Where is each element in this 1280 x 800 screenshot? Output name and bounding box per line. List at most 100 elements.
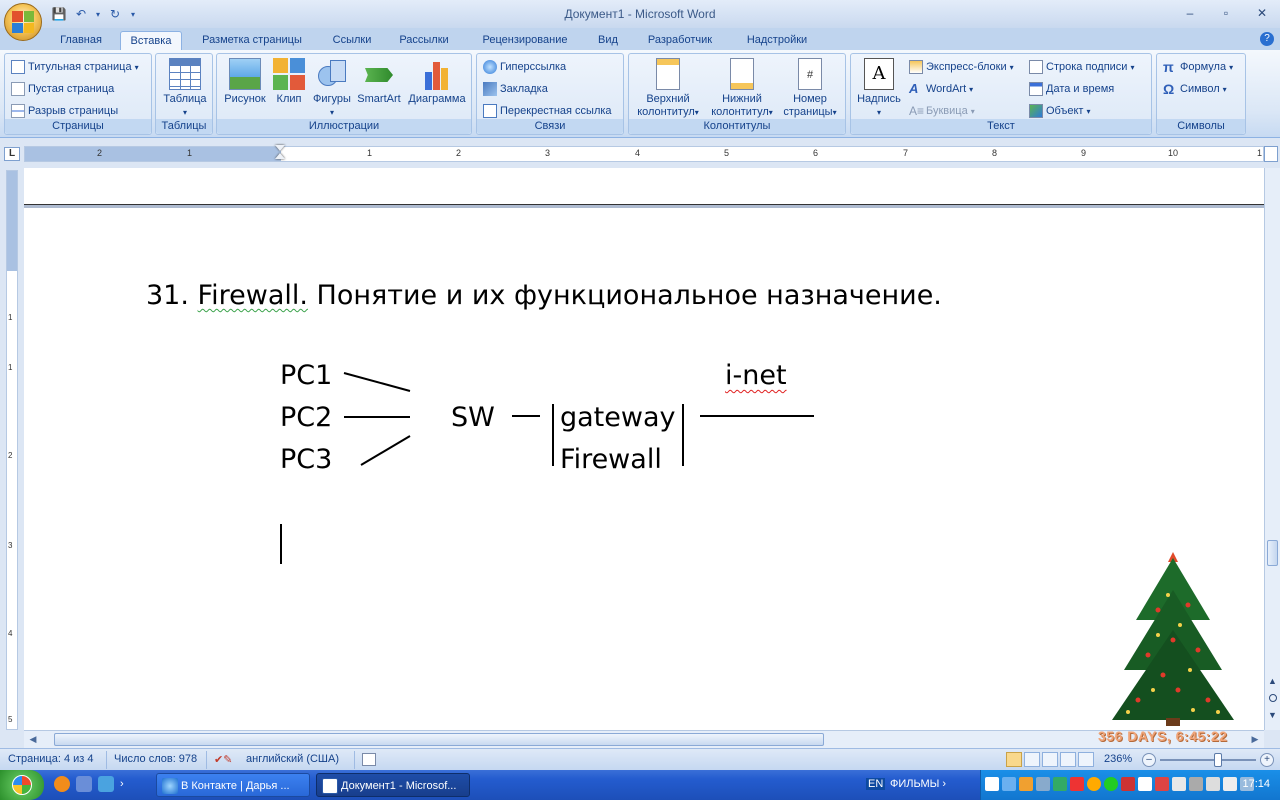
outline-view-icon[interactable] (1060, 752, 1076, 767)
drop-cap-button[interactable]: A≡ Буквица ▾ (909, 102, 975, 120)
tray-icon-2[interactable] (1002, 777, 1016, 791)
smartart-button[interactable]: SmartArt (355, 58, 403, 106)
tray-icon-1[interactable] (985, 777, 999, 791)
word-count[interactable]: Число слов: 978 (114, 753, 197, 765)
draft-view-icon[interactable] (1078, 752, 1094, 767)
tray-icon-10[interactable] (1138, 777, 1152, 791)
indent-marker[interactable] (275, 145, 285, 163)
films-toolbar[interactable]: ФИЛЬМЫ › (890, 778, 946, 790)
tray-icon-3[interactable] (1019, 777, 1033, 791)
ruler-number: 10 (1168, 148, 1179, 158)
language-indicator[interactable]: английский (США) (246, 753, 339, 765)
text-box-button[interactable]: A Надпись ▾ (855, 58, 903, 119)
tray-icon-5[interactable] (1053, 777, 1067, 791)
page-break-button[interactable]: Разрыв страницы (11, 102, 118, 120)
tray-icon-6[interactable] (1070, 777, 1084, 791)
ruler-number: 8 (992, 148, 998, 158)
previous-page-icon[interactable]: ▲ (1268, 676, 1277, 686)
table-icon (169, 58, 201, 90)
vertical-ruler[interactable]: 1 1 2 3 4 5 (6, 170, 18, 730)
tray-icon-11[interactable] (1155, 777, 1169, 791)
clock[interactable]: 17:14 (1242, 778, 1270, 790)
more-icon[interactable]: › (120, 776, 136, 792)
tray-icon-13[interactable] (1189, 777, 1203, 791)
minimize-button[interactable]: – (1178, 4, 1202, 22)
date-time-button[interactable]: Дата и время (1029, 80, 1114, 98)
tab-addins[interactable]: Надстройки (736, 31, 818, 50)
zoom-out-icon[interactable]: – (1142, 753, 1156, 767)
select-browse-object-icon[interactable] (1269, 694, 1277, 702)
next-page-icon[interactable]: ▼ (1268, 710, 1277, 720)
task-word-document[interactable]: Документ1 - Microsof... (316, 773, 470, 797)
tray-icon-12[interactable] (1172, 777, 1186, 791)
hyperlink-button[interactable]: Гиперссылка (483, 58, 566, 76)
full-screen-reading-icon[interactable] (1024, 752, 1040, 767)
picture-button[interactable]: Рисунок (221, 58, 269, 106)
close-button[interactable]: ✕ (1250, 4, 1274, 22)
footer-button[interactable]: Нижний колонтитул▾ (705, 58, 779, 119)
tab-home[interactable]: Главная (50, 31, 112, 50)
text-box-icon: A (864, 58, 894, 90)
tab-selector[interactable]: L (4, 147, 20, 161)
view-ruler-icon[interactable] (1264, 146, 1278, 162)
vertical-scrollbar[interactable]: ▲ ▼ (1264, 168, 1280, 730)
vertical-scroll-thumb[interactable] (1267, 540, 1278, 566)
scroll-right-icon[interactable]: ▶ (1248, 733, 1262, 746)
tab-view[interactable]: Вид (590, 31, 626, 50)
macro-record-icon[interactable] (362, 753, 376, 766)
quick-parts-button[interactable]: Экспресс-блоки ▾ (909, 58, 1014, 76)
cover-page-button[interactable]: Титульная страница ▾ (11, 58, 139, 76)
web-layout-icon[interactable] (1042, 752, 1058, 767)
shapes-button[interactable]: Фигуры ▾ (309, 58, 355, 119)
language-bar[interactable]: EN (866, 778, 886, 790)
tray-icon-15[interactable] (1223, 777, 1237, 791)
help-icon[interactable]: ? (1260, 32, 1274, 46)
tab-developer[interactable]: Разработчик (636, 31, 724, 50)
document-page[interactable]: 31. Firewall. Понятие и их функционально… (24, 208, 1264, 730)
cross-reference-button[interactable]: Перекрестная ссылка (483, 102, 612, 120)
signature-line-button[interactable]: Строка подписи ▾ (1029, 58, 1134, 76)
chart-button[interactable]: Диаграмма (405, 58, 469, 106)
group-symbols-label: Символы (1157, 119, 1245, 134)
office-button[interactable] (4, 3, 42, 41)
zoom-level[interactable]: 236% (1104, 753, 1132, 765)
tray-icon-9[interactable] (1121, 777, 1135, 791)
equation-button[interactable]: π Формула ▾ (1163, 58, 1233, 76)
scroll-left-icon[interactable]: ◀ (26, 733, 40, 746)
task-vkontakte[interactable]: В Контакте | Дарья ... (156, 773, 310, 797)
network-icon[interactable] (98, 776, 114, 792)
tab-page-layout[interactable]: Разметка страницы (192, 31, 312, 50)
proofing-icon[interactable]: ✔✎ (214, 753, 234, 766)
print-layout-view-icon[interactable] (1006, 752, 1022, 767)
zoom-slider[interactable] (1160, 759, 1256, 761)
maximize-button[interactable]: ▫ (1214, 4, 1238, 22)
tab-mailings[interactable]: Рассылки (390, 31, 458, 50)
wordart-button[interactable]: A WordArt ▾ (909, 80, 973, 98)
save-quicklaunch-icon[interactable] (76, 776, 92, 792)
tray-icon-8[interactable] (1104, 777, 1118, 791)
zoom-in-icon[interactable]: + (1260, 753, 1274, 767)
avast-icon[interactable] (54, 776, 70, 792)
vruler-top-margin (7, 171, 17, 271)
tray-icon-4[interactable] (1036, 777, 1050, 791)
header-button[interactable]: Верхний колонтитул▾ (631, 58, 705, 119)
horizontal-ruler[interactable]: 2 1 1 2 3 4 5 6 7 8 9 10 1 (24, 145, 1264, 163)
tab-insert[interactable]: Вставка (120, 31, 182, 50)
object-button[interactable]: Объект ▾ (1029, 102, 1090, 120)
page-indicator[interactable]: Страница: 4 из 4 (8, 753, 94, 765)
tab-review[interactable]: Рецензирование (470, 31, 580, 50)
table-button[interactable]: Таблица ▾ (162, 58, 208, 119)
bookmark-button[interactable]: Закладка (483, 80, 548, 98)
start-button[interactable] (0, 770, 44, 800)
zoom-slider-knob[interactable] (1214, 753, 1222, 767)
horizontal-scroll-thumb[interactable] (54, 733, 824, 746)
symbol-button[interactable]: Ω Символ ▾ (1163, 80, 1227, 98)
chart-icon (421, 58, 453, 90)
tray-icon-7[interactable] (1087, 777, 1101, 791)
blank-page-button[interactable]: Пустая страница (11, 80, 114, 98)
page-number-button[interactable]: # Номер страницы▾ (777, 58, 843, 119)
clip-button[interactable]: Клип (271, 58, 307, 106)
volume-icon[interactable] (1206, 777, 1220, 791)
tab-references[interactable]: Ссылки (322, 31, 382, 50)
horizontal-scrollbar[interactable]: ◀ ▶ (24, 730, 1264, 748)
